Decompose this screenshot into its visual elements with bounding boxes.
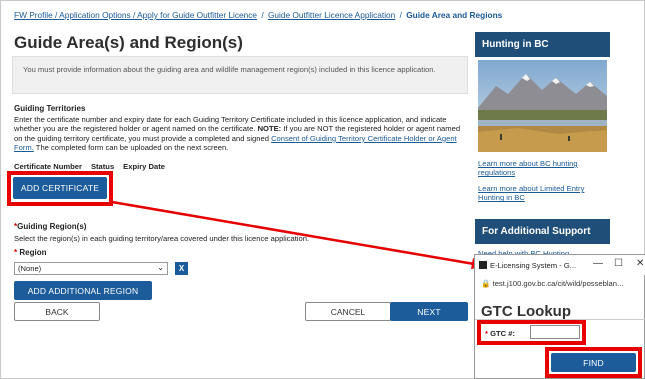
gtc-lookup-popup: E-Licensing System - G... — ☐ ✕ 🔒 test.j…: [474, 254, 645, 379]
cancel-button[interactable]: CANCEL: [305, 302, 391, 321]
region-label-text: Region: [19, 248, 47, 257]
popup-address-bar: 🔒 test.j100.gov.bc.ca/cit/wild/posseblan…: [481, 279, 623, 288]
required-marker: *: [485, 329, 488, 338]
popup-url-text[interactable]: test.j100.gov.bc.ca/cit/wild/posseblan..…: [493, 279, 624, 288]
minimize-icon[interactable]: —: [593, 258, 603, 269]
gtc-number-input[interactable]: [530, 325, 580, 339]
landscape-photo: [478, 60, 607, 152]
limited-entry-hunting-link[interactable]: Learn more about Limited Entry Hunting i…: [478, 184, 608, 203]
chevron-down-icon: ⌄: [157, 263, 164, 272]
close-icon[interactable]: ✕: [636, 258, 644, 269]
additional-support-header: For Additional Support: [475, 219, 610, 244]
region-select[interactable]: (None) ⌄: [14, 262, 168, 275]
gtc-label: * GTC #:: [485, 329, 515, 338]
next-button[interactable]: NEXT: [390, 302, 468, 321]
required-marker: *: [14, 248, 18, 257]
popup-titlebar: E-Licensing System - G... — ☐ ✕: [475, 255, 645, 275]
remove-region-button[interactable]: X: [175, 262, 188, 275]
gtc-label-text: GTC #:: [490, 329, 515, 338]
maximize-icon[interactable]: ☐: [614, 258, 623, 269]
find-button[interactable]: FIND: [551, 353, 636, 372]
guiding-regions-heading: *Guiding Region(s): [14, 222, 86, 231]
guiding-regions-description: Select the region(s) in each guiding ter…: [14, 234, 310, 243]
hunting-in-bc-header: Hunting in BC: [475, 32, 610, 57]
popup-window-title: E-Licensing System - G...: [490, 260, 577, 270]
region-label: * Region: [14, 248, 46, 257]
region-select-value: (None): [18, 264, 42, 273]
app-icon: [479, 261, 487, 269]
back-button[interactable]: BACK: [14, 302, 100, 321]
popup-title: GTC Lookup: [481, 303, 571, 320]
add-additional-region-button[interactable]: ADD ADDITIONAL REGION: [14, 281, 152, 300]
hunting-regulations-link[interactable]: Learn more about BC hunting regulations: [478, 159, 608, 178]
guiding-regions-heading-text: Guiding Region(s): [17, 222, 87, 231]
landscape-illustration: [478, 60, 607, 152]
lock-icon: 🔒: [481, 279, 491, 288]
